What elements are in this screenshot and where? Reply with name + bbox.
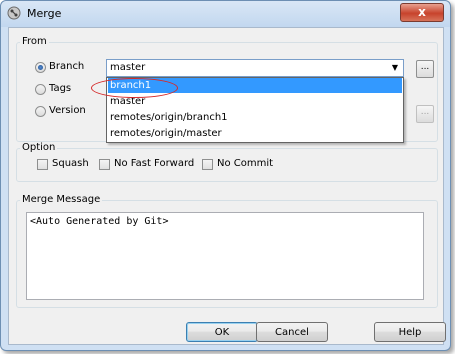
merge-message-textarea[interactable]: <Auto Generated by Git> (26, 212, 424, 300)
dropdown-item-remotes-origin-master[interactable]: remotes/origin/master (108, 126, 402, 141)
cancel-button[interactable]: Cancel (256, 322, 328, 342)
annotation-ellipse (91, 78, 178, 98)
message-group-label: Merge Message (20, 194, 103, 205)
dropdown-item-remotes-origin-branch1[interactable]: remotes/origin/branch1 (108, 110, 402, 125)
no-fast-forward-label: No Fast Forward (114, 158, 195, 169)
branch-radio[interactable] (35, 62, 46, 73)
dialog-body: From Branch Tags Version master ▼ ... ..… (8, 27, 446, 345)
branch-browse-button[interactable]: ... (416, 60, 434, 78)
window-title: Merge (27, 7, 62, 20)
close-button[interactable]: x (400, 3, 444, 22)
option-group-label: Option (20, 142, 58, 153)
no-commit-checkbox[interactable] (202, 159, 213, 170)
ok-button[interactable]: OK (186, 322, 258, 342)
no-fast-forward-checkbox[interactable] (99, 159, 110, 170)
chevron-down-icon[interactable]: ▼ (388, 61, 402, 75)
version-radio[interactable] (35, 106, 46, 117)
branch-label: Branch (49, 61, 85, 72)
merge-dialog: Merge x From Branch Tags Version master … (0, 0, 451, 351)
title-bar: Merge x (1, 1, 450, 27)
tags-label: Tags (49, 83, 72, 94)
branch-combobox[interactable]: master ▼ (106, 59, 404, 77)
merge-message-text: <Auto Generated by Git> (30, 216, 169, 227)
from-group-label: From (20, 36, 49, 47)
help-button[interactable]: Help (374, 322, 446, 342)
branch-combobox-value: master (110, 62, 146, 73)
squash-checkbox[interactable] (37, 159, 48, 170)
version-browse-button[interactable]: ... (416, 105, 434, 123)
no-commit-label: No Commit (217, 158, 274, 169)
git-app-icon (7, 6, 21, 20)
version-label: Version (49, 105, 86, 116)
tags-radio[interactable] (35, 84, 46, 95)
squash-label: Squash (52, 158, 89, 169)
